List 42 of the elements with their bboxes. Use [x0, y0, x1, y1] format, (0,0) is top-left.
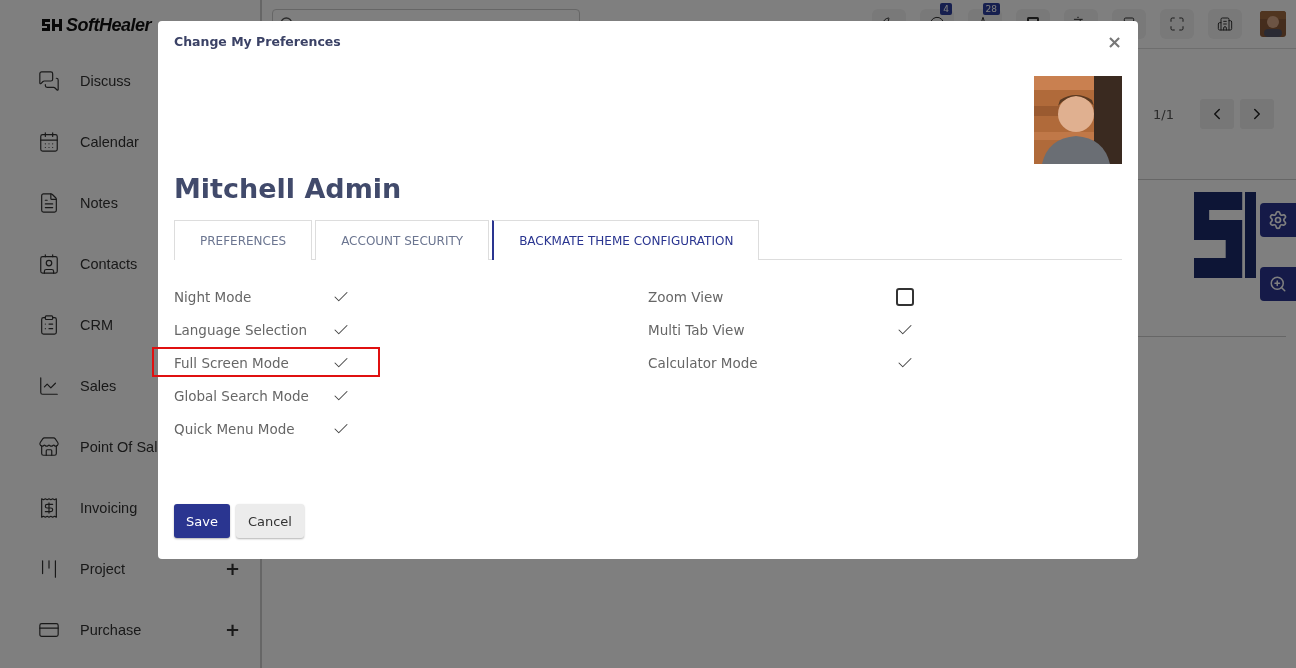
receipt-icon[interactable] — [38, 496, 60, 519]
tab[interactable]: BACKMATE THEME CONFIGURATION — [492, 220, 760, 260]
checkbox[interactable] — [896, 287, 914, 306]
clipboard-icon[interactable] — [38, 313, 60, 336]
expand-toggle[interactable]: + — [224, 619, 240, 640]
setting-label: Quick Menu Mode — [174, 420, 296, 437]
setting-label: Zoom View — [648, 288, 725, 305]
zoom-button[interactable] — [1260, 267, 1296, 301]
building-icon — [1217, 16, 1233, 32]
tab[interactable]: ACCOUNT SECURITY — [315, 220, 490, 260]
menu-item[interactable]: Purchase — [80, 621, 205, 638]
contact-card-icon[interactable] — [38, 252, 60, 275]
user-name: Mitchell Admin — [174, 171, 402, 206]
toolbar-button[interactable] — [1160, 9, 1194, 39]
count-badge: 4 — [940, 3, 952, 15]
dialog-title: Change My Preferences — [174, 33, 341, 49]
cancel-button[interactable]: Cancel — [235, 504, 304, 538]
setting-label: Multi Tab View — [648, 321, 746, 338]
count-badge: 28 — [982, 3, 1000, 15]
chart-icon[interactable] — [38, 374, 60, 397]
store-icon[interactable] — [38, 435, 60, 458]
setting-label: Global Search Mode — [174, 387, 310, 404]
calendar-icon[interactable] — [38, 130, 60, 153]
setting-label: Calculator Mode — [648, 354, 759, 371]
document-icon[interactable] — [38, 191, 60, 214]
expand-toggle[interactable]: + — [224, 558, 240, 579]
menu-item[interactable]: Project — [80, 560, 205, 577]
zoom-in-icon — [1269, 275, 1287, 293]
setting-label: Night Mode — [174, 288, 253, 305]
pager-count: 1/1 — [1153, 106, 1174, 122]
setting-label: Language Selection — [174, 321, 309, 338]
settings-icon — [1268, 210, 1288, 230]
save-button[interactable]: Save — [174, 504, 230, 538]
brand-name: SoftHealer — [66, 14, 152, 36]
chat-bubbles-icon[interactable] — [38, 69, 60, 92]
setting-label: Full Screen Mode — [174, 354, 290, 371]
close-button[interactable]: × — [1106, 30, 1122, 52]
tab[interactable]: PREFERENCES — [174, 220, 313, 260]
toolbar-button[interactable] — [1208, 9, 1242, 39]
logo-icon — [40, 17, 64, 33]
fullscreen-icon — [1169, 16, 1185, 32]
settings-button[interactable] — [1260, 203, 1296, 237]
